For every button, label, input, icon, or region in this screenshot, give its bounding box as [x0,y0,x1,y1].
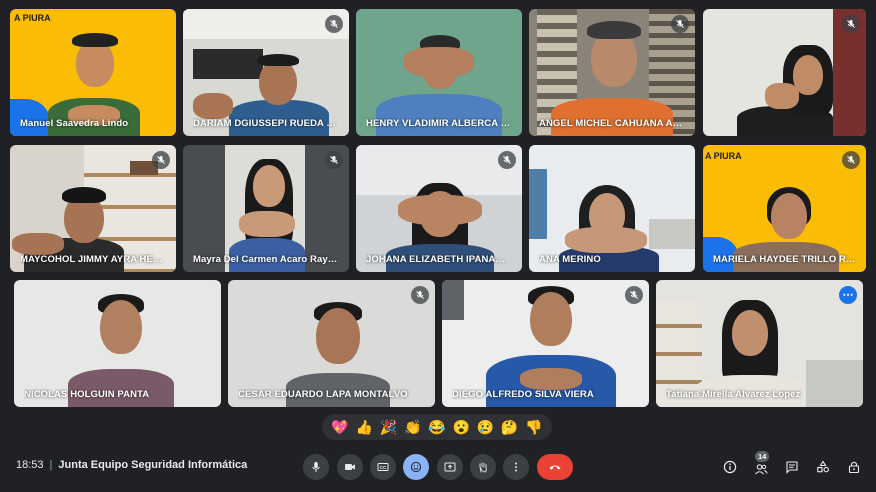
participant-tile[interactable]: DARIAM DGIUSSEPI RUEDA ME... [183,9,349,136]
camera-icon [345,464,355,470]
mic-icon [312,462,320,472]
tile-logo: A PIURA [705,151,742,161]
chat-button[interactable] [779,454,805,480]
participant-name: Manuel Saavedra Lindo [20,118,129,129]
participant-name: MAYCOHOL JIMMY AYRA HERR... [20,254,166,265]
participant-tile[interactable]: NICOLAS HOLGUIN PANTA [14,280,221,407]
info-icon [723,460,737,474]
participant-tile[interactable]: MAYCOHOL JIMMY AYRA HERR... [10,145,176,272]
separator: | [49,459,53,471]
muted-icon [325,151,343,169]
meeting-title: Junta Equipo Seguridad Informática [58,459,248,471]
emoji-button[interactable] [403,454,429,480]
more-options-icon [515,462,517,472]
control-bar: 18:53 | Junta Equipo Seguridad Informática… [0,444,876,492]
muted-icon [842,15,860,33]
participant-name: DARIAM DGIUSSEPI RUEDA ME... [193,118,339,129]
activities-icon [817,460,829,473]
mic-button[interactable] [303,454,329,480]
more-options-button[interactable] [503,454,529,480]
participant-tile[interactable]: ANA MERINO [529,145,695,272]
participant-name: ANGEL MICHEL CAHUANA AUQ... [539,118,685,129]
camera-button[interactable] [337,454,363,480]
present-button[interactable] [437,454,463,480]
participant-tile[interactable]: A PIURA MARIELA HAYDEE TRILLO RAMOS [703,145,866,272]
participant-name: Mayra Del Carmen Acaro Raymu... [193,254,339,265]
participant-tile[interactable]: ANGEL MICHEL CAHUANA AUQ... [529,9,695,136]
participant-tile[interactable]: JOHANA ELIZABETH IPANAQUE... [356,145,522,272]
party-popper-reaction-icon[interactable]: 🎉 [380,420,397,434]
activities-button[interactable] [810,454,836,480]
svg-text:CC: CC [380,465,387,470]
muted-icon [625,286,643,304]
thinking-reaction-icon[interactable]: 🤔 [501,420,518,434]
participant-name: HENRY VLADIMIR ALBERCA GO... [366,118,512,129]
muted-icon [498,151,516,169]
clapping-reaction-icon[interactable]: 👏 [404,420,421,434]
participant-tile[interactable]: A PIURA Manuel Saavedra Lindo [10,9,176,136]
sad-reaction-icon[interactable]: 😢 [477,420,494,434]
people-icon [755,464,768,475]
host-controls-icon [848,461,860,474]
muted-icon [411,286,429,304]
participant-name: ANA MERINO [539,254,601,265]
participant-tile[interactable]: HENRY VLADIMIR ALBERCA GO... [356,9,522,136]
meeting-time: 18:53 [16,459,44,471]
chat-icon [786,461,798,474]
people-button[interactable]: 14 [748,451,774,480]
participant-name: CESAR EDUARDO LAPA MONTALVO [238,389,408,400]
participant-name: Tatiana Mirella Alvarez Lopez [666,389,801,400]
participant-name: NICOLAS HOLGUIN PANTA [24,389,150,400]
captions-button[interactable]: CC [370,454,396,480]
raise-hand-button[interactable] [470,454,496,480]
captions-icon: CC [377,463,389,471]
participant-tile-self[interactable]: ⋯ Tatiana Mirella Alvarez Lopez [656,280,863,407]
participant-name: JOHANA ELIZABETH IPANAQUE... [366,254,512,265]
surprised-reaction-icon[interactable]: 😮 [452,420,469,434]
tile-logo: A PIURA [14,13,51,23]
muted-icon [671,15,689,33]
muted-icon [842,151,860,169]
laughing-reaction-icon[interactable]: 😂 [428,420,445,434]
participant-tile[interactable]: DIEGO ALFREDO SILVA VIERA [442,280,649,407]
raise-hand-icon [479,462,487,473]
meeting-info: 18:53 | Junta Equipo Seguridad Informática [16,459,247,471]
muted-icon [152,151,170,169]
info-button[interactable] [717,454,743,480]
emoji-icon [410,461,422,473]
hang-up-icon [549,465,561,470]
present-icon [444,462,456,472]
participant-count-badge: 14 [755,451,770,462]
participant-tile[interactable]: CESAR EDUARDO LAPA MONTALVO [228,280,435,407]
more-options-icon[interactable]: ⋯ [839,286,857,304]
hang-up-button[interactable] [537,454,573,480]
heart-reaction-icon[interactable]: 💖 [331,420,348,434]
thumbs-down-reaction-icon[interactable]: 👎 [525,420,542,434]
participant-tile[interactable]: Mayra Del Carmen Acaro Raymu... [183,145,349,272]
muted-icon [325,15,343,33]
participant-name: DIEGO ALFREDO SILVA VIERA [452,389,594,400]
host-controls-button[interactable] [841,454,867,480]
thumbs-up-reaction-icon[interactable]: 👍 [356,420,373,434]
participant-grid: A PIURA Manuel Saavedra Lindo DARIAM DGI… [0,0,876,412]
reactions-bar: 💖 👍 🎉 👏 😂 😮 😢 🤔 👎 [322,414,552,440]
participant-name: MARIELA HAYDEE TRILLO RAMOS [713,254,856,265]
participant-tile[interactable] [703,9,866,136]
